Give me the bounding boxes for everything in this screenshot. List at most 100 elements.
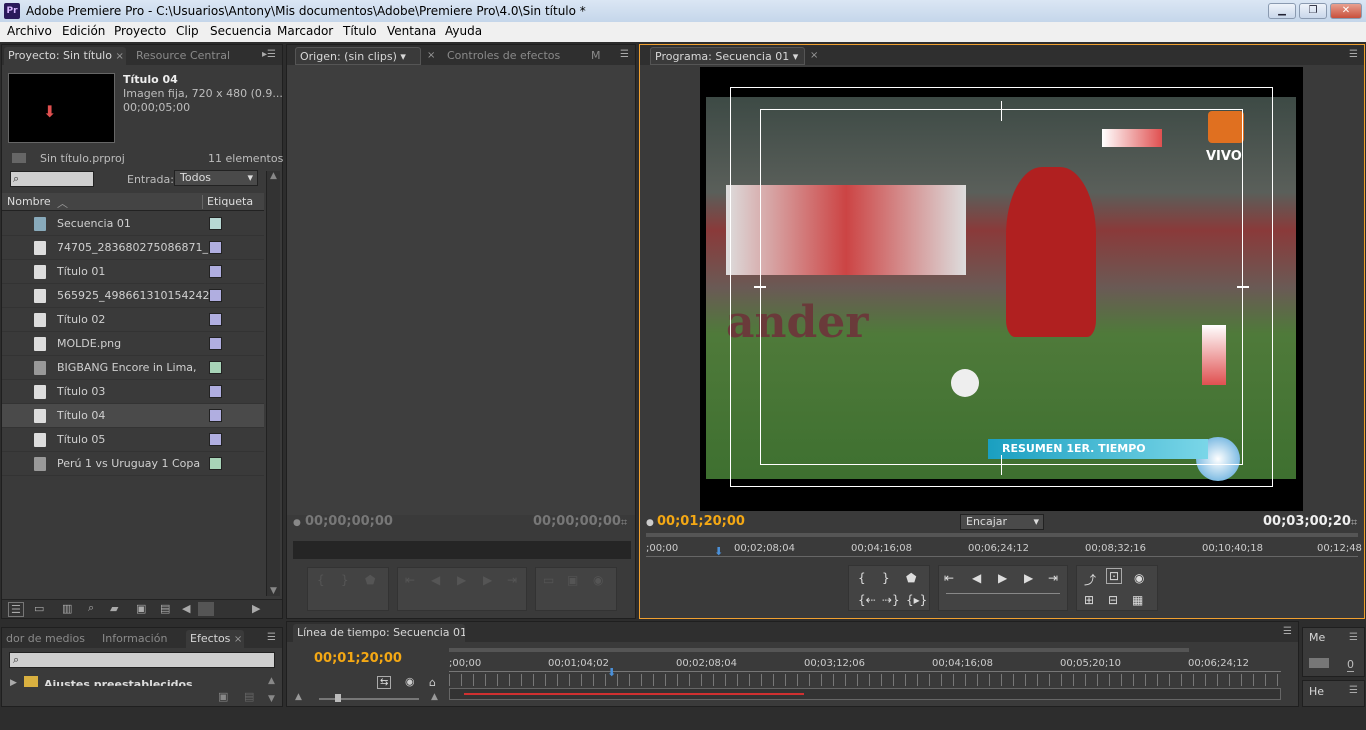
effects-folder-presets[interactable]: Ajustes preestablecidos xyxy=(44,678,193,686)
scroll-left-icon[interactable]: ◀ xyxy=(182,602,190,615)
list-item[interactable]: Secuencia 01 xyxy=(2,212,264,236)
menu-titulo[interactable]: Título xyxy=(343,24,377,38)
extract-icon[interactable]: ⊟ xyxy=(1108,593,1118,607)
menu-clip[interactable]: Clip xyxy=(176,24,199,38)
label-swatch[interactable] xyxy=(209,409,222,422)
program-timecode-current[interactable]: 00;01;20;00 xyxy=(657,514,745,529)
list-item[interactable]: Perú 1 vs Uruguay 1 Copa xyxy=(2,452,264,476)
step-back-icon[interactable]: ◀ xyxy=(972,571,981,585)
automate-icon[interactable]: ▥ xyxy=(62,602,72,615)
tab-effects[interactable]: Efectos × xyxy=(186,630,244,648)
step-forward-icon[interactable]: ▶ xyxy=(1024,571,1033,585)
panel-menu-icon[interactable]: ☰ xyxy=(1349,632,1358,643)
mark-out-icon[interactable]: } xyxy=(341,573,349,587)
label-swatch[interactable] xyxy=(209,433,222,446)
new-item-icon[interactable]: ▣ xyxy=(136,602,146,615)
label-swatch[interactable] xyxy=(209,337,222,350)
snap-icon[interactable]: ⇆ xyxy=(377,676,392,689)
panel-menu-icon[interactable]: ☰ xyxy=(1349,49,1358,60)
find-icon[interactable]: ⌕ xyxy=(88,601,94,615)
zoom-out-icon[interactable]: ▲ xyxy=(295,692,302,702)
entrada-dropdown[interactable]: Todos ▾ xyxy=(174,170,258,186)
go-to-in-icon[interactable]: {⇠ xyxy=(858,593,876,607)
program-time-ruler[interactable]: ;00;00 00;02;08;04 00;04;16;08 00;06;24;… xyxy=(646,543,1362,558)
label-swatch[interactable] xyxy=(209,217,222,230)
marker-icon[interactable]: ⬟ xyxy=(365,573,375,587)
marker-bulb-icon[interactable]: ◉ xyxy=(405,675,415,688)
output-icon[interactable]: ◉ xyxy=(1134,571,1144,585)
zoom-in-icon[interactable]: ▲ xyxy=(431,692,438,702)
source-timecode-current[interactable]: 00;00;00;00 xyxy=(305,514,393,529)
close-tab-icon[interactable]: × xyxy=(115,51,123,62)
work-area-bar[interactable] xyxy=(449,688,1281,700)
timeline-ruler[interactable]: ;00;00 00;01;04;02 00;02;08;04 00;03;12;… xyxy=(449,658,1281,672)
list-item[interactable]: Título 02 xyxy=(2,308,264,332)
label-swatch[interactable] xyxy=(209,289,222,302)
list-item[interactable]: Título 05 xyxy=(2,428,264,452)
list-item[interactable]: 565925_498661310154242 xyxy=(2,284,264,308)
tab-meters[interactable]: Me xyxy=(1305,629,1330,647)
play-in-to-out-icon[interactable]: {▸} xyxy=(906,593,927,607)
next-edit-icon[interactable]: ⇥ xyxy=(1048,571,1058,585)
tab-info[interactable]: Información xyxy=(98,630,171,648)
tab-media-browser[interactable]: dor de medios xyxy=(2,630,89,648)
mark-in-icon[interactable]: { xyxy=(317,573,325,587)
scroll-down-icon[interactable]: ▼ xyxy=(270,586,277,596)
label-swatch[interactable] xyxy=(209,241,222,254)
jog-shuttle[interactable] xyxy=(946,593,1060,607)
tab-timeline[interactable]: Línea de tiempo: Secuencia 01 × xyxy=(293,624,465,642)
go-to-out-icon[interactable]: ⇢} xyxy=(882,593,900,607)
label-swatch[interactable] xyxy=(209,361,222,374)
minimize-button[interactable]: ▁ xyxy=(1268,3,1296,19)
go-to-out-icon[interactable]: ⇥ xyxy=(507,573,517,587)
panel-menu-icon[interactable]: ▸☰ xyxy=(262,49,276,60)
menu-proyecto[interactable]: Proyecto xyxy=(114,24,166,38)
column-header-name[interactable]: Nombre xyxy=(7,195,51,208)
trim-icon[interactable]: ⊞ xyxy=(1084,593,1094,607)
panel-menu-icon[interactable]: ☰ xyxy=(267,632,276,643)
mark-out-icon[interactable]: } xyxy=(882,571,890,585)
menu-edicion[interactable]: Edición xyxy=(62,24,105,38)
scroll-up-icon[interactable]: ▲ xyxy=(268,676,275,686)
step-forward-icon[interactable]: ▶ xyxy=(483,573,492,587)
menu-ventana[interactable]: Ventana xyxy=(387,24,436,38)
list-item[interactable]: Título 01 xyxy=(2,260,264,284)
label-swatch[interactable] xyxy=(209,313,222,326)
timeline-zoom-bar[interactable] xyxy=(449,648,1189,652)
close-tab-icon[interactable]: × xyxy=(427,50,435,61)
go-to-in-icon[interactable]: ⇤ xyxy=(405,573,415,587)
tab-source[interactable]: Origen: (sin clips) ▾ xyxy=(295,47,421,65)
scroll-up-icon[interactable]: ▲ xyxy=(270,171,277,181)
list-item[interactable]: 74705_283680275086871_ xyxy=(2,236,264,260)
tab-resource-central[interactable]: Resource Central xyxy=(132,47,234,65)
overlay-icon[interactable]: ▣ xyxy=(567,573,578,587)
settings-icon[interactable]: ⌗ xyxy=(1351,516,1357,530)
trash-icon[interactable]: ▤ xyxy=(160,602,170,615)
export-frame-icon[interactable]: ▦ xyxy=(1132,593,1143,607)
expand-triangle-icon[interactable]: ▶ xyxy=(10,678,17,688)
playhead-icon[interactable]: ⬇ xyxy=(714,545,723,558)
zoom-slider-thumb[interactable] xyxy=(335,694,341,702)
list-view-icon[interactable]: ☰ xyxy=(8,602,24,617)
playhead-icon[interactable]: ⬇ xyxy=(607,666,616,679)
close-tab-icon[interactable]: × xyxy=(810,50,818,61)
label-swatch[interactable] xyxy=(209,385,222,398)
close-tab-icon[interactable]: × xyxy=(234,634,242,645)
list-item[interactable]: Título 03 xyxy=(2,380,264,404)
scroll-down-icon[interactable]: ▼ xyxy=(268,694,275,704)
label-swatch[interactable] xyxy=(209,265,222,278)
horizontal-scroll-thumb[interactable] xyxy=(198,602,214,616)
play-icon[interactable]: ▶ xyxy=(457,573,466,587)
label-swatch[interactable] xyxy=(209,457,222,470)
step-back-icon[interactable]: ◀ xyxy=(431,573,440,587)
icon-view-icon[interactable]: ▭ xyxy=(34,602,44,615)
project-search-input[interactable]: ⌕ xyxy=(10,171,94,187)
marker-icon[interactable]: ⬟ xyxy=(906,571,916,585)
play-icon[interactable]: ▶ xyxy=(998,571,1007,585)
zoom-slider[interactable] xyxy=(319,698,419,700)
vertical-scrollbar[interactable]: ▲ ▼ xyxy=(266,171,280,596)
lift-icon[interactable]: ⤴ xyxy=(1084,571,1096,588)
timeline-timecode[interactable]: 00;01;20;00 xyxy=(314,651,402,666)
panel-menu-icon[interactable]: ☰ xyxy=(1283,626,1292,637)
menu-archivo[interactable]: Archivo xyxy=(7,24,52,38)
